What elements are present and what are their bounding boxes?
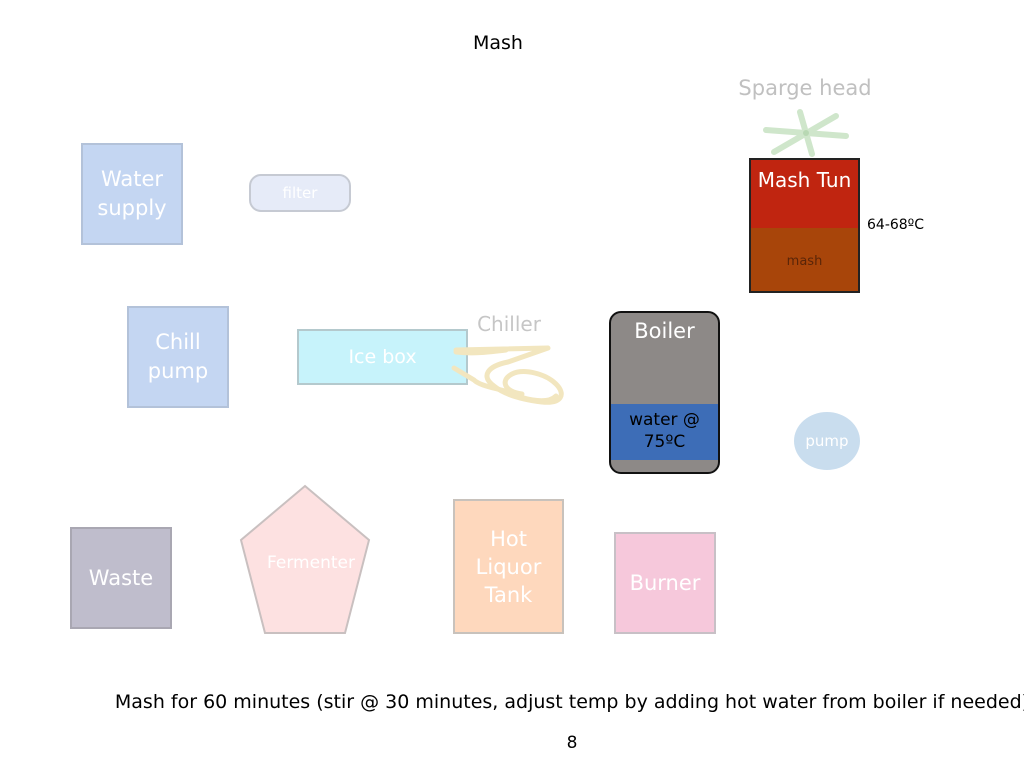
ice-box-label: Ice box <box>348 346 417 368</box>
mash-temperature-label: 64-68ºC <box>867 217 925 233</box>
mash-label: mash <box>786 254 823 269</box>
pump[interactable]: pump <box>794 412 860 470</box>
burner-box[interactable]: Burner <box>614 532 716 634</box>
slide-title: Mash <box>473 32 523 54</box>
boiler-water-label: water @ 75ºC <box>611 409 718 453</box>
sparge-head-icon[interactable] <box>760 108 852 158</box>
waste-label: Waste <box>88 566 154 590</box>
mash-tun-label: Mash Tun <box>757 168 852 192</box>
water-supply-label: Water supply <box>97 167 167 220</box>
hot-liquor-tank-box[interactable]: Hot Liquor Tank <box>453 499 564 634</box>
waste-box[interactable]: Waste <box>70 527 172 629</box>
filter-label: filter <box>282 184 318 202</box>
boiler-label: Boiler <box>634 319 695 343</box>
mash-tun[interactable]: Mash Tun mash <box>749 158 860 293</box>
chiller-coil-icon[interactable] <box>450 340 572 414</box>
water-supply-box[interactable]: Water supply <box>81 143 183 245</box>
hot-liquor-tank-label: Hot Liquor Tank <box>475 526 542 607</box>
page-number: 8 <box>566 733 578 753</box>
sparge-head-label: Sparge head <box>738 76 872 100</box>
boiler[interactable]: Boiler water @ 75ºC <box>609 311 720 474</box>
boiler-water-text: water @ 75ºC <box>629 410 700 452</box>
fermenter-label: Fermenter <box>267 553 355 573</box>
slide-footnote: Mash for 60 minutes (stir @ 30 minutes, … <box>114 691 1024 713</box>
chill-pump-label: Chill pump <box>147 330 209 383</box>
chill-pump-box[interactable]: Chill pump <box>127 306 229 408</box>
chiller-label: Chiller <box>477 312 541 336</box>
ice-box[interactable]: Ice box <box>297 329 468 385</box>
pump-label: pump <box>805 432 849 450</box>
burner-label: Burner <box>629 571 701 595</box>
filter-box[interactable]: filter <box>249 174 351 212</box>
